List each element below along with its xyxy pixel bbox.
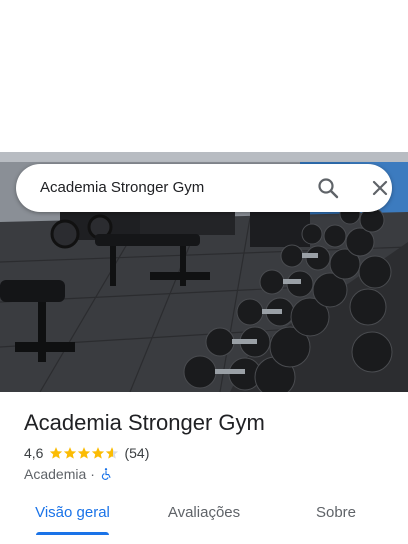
wheelchair-icon	[101, 468, 111, 480]
rating-row[interactable]: 4,6 (54)	[24, 444, 149, 462]
separator-dot: ·	[90, 466, 95, 482]
review-count[interactable]: (54)	[124, 445, 149, 461]
search-bar[interactable]: Academia Stronger Gym	[16, 164, 392, 212]
active-tab-indicator	[36, 532, 109, 535]
category-row: Academia ·	[24, 465, 113, 483]
rating-value: 4,6	[24, 445, 44, 461]
place-tabs: Visão geral Avaliações Sobre	[0, 492, 408, 544]
blank-header-area	[0, 0, 408, 152]
star-icon	[92, 447, 105, 459]
place-category: Academia	[24, 466, 87, 482]
star-half-icon	[106, 447, 119, 459]
rating-stars	[49, 446, 119, 460]
search-icon[interactable]	[316, 176, 340, 200]
search-input[interactable]: Academia Stronger Gym	[40, 164, 204, 212]
close-icon[interactable]	[368, 176, 392, 200]
tab-avaliacoes[interactable]: Avaliações	[160, 492, 248, 534]
star-icon	[64, 447, 77, 459]
star-icon	[78, 447, 91, 459]
place-title: Academia Stronger Gym	[24, 410, 265, 435]
tab-sobre[interactable]: Sobre	[305, 492, 367, 534]
tab-visao-geral[interactable]: Visão geral	[30, 492, 115, 534]
star-icon	[50, 447, 63, 459]
